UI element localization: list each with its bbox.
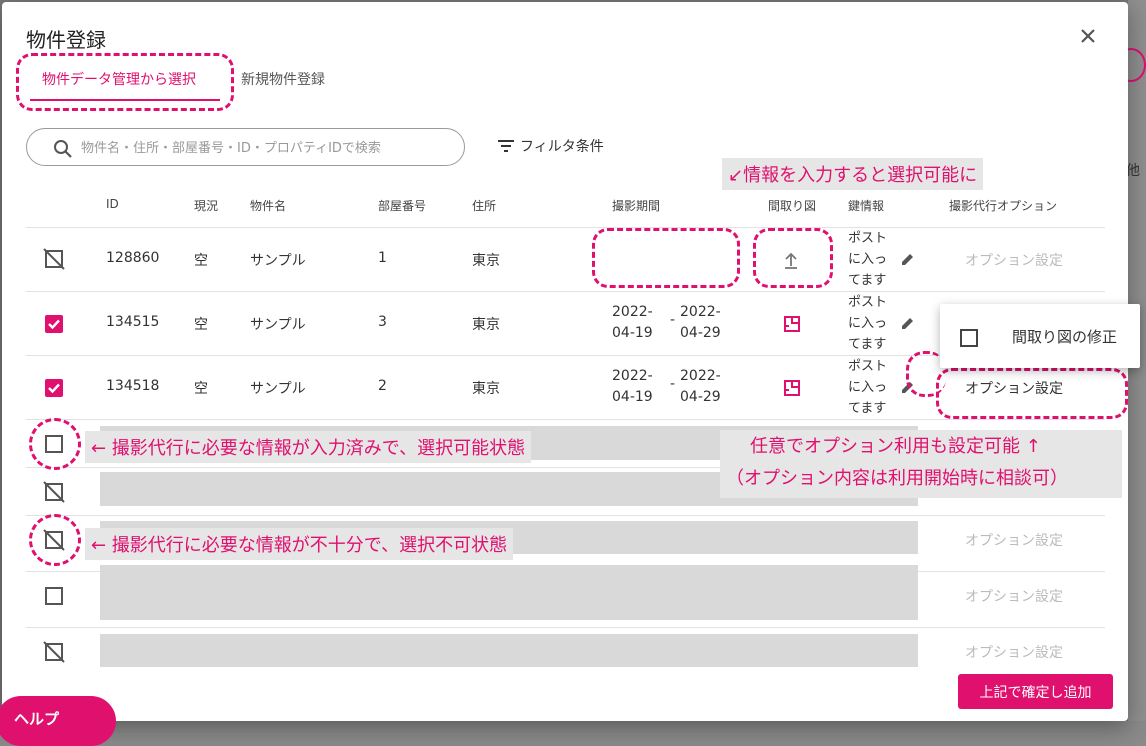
- floorplan-icon[interactable]: [783, 379, 801, 397]
- option-settings-link: オプション設定: [965, 533, 1063, 549]
- filter-label: フィルタ条件: [520, 139, 604, 155]
- close-icon[interactable]: [1076, 24, 1100, 48]
- option-dropdown-menu: 間取り図の修正: [940, 304, 1140, 368]
- cell-id: 134518: [106, 378, 160, 394]
- highlight-option-outline: [936, 368, 1128, 419]
- header-status: 現況: [194, 199, 219, 213]
- cell-status: 空: [194, 381, 208, 397]
- search-icon: [54, 140, 72, 158]
- cell-room: 2: [378, 378, 387, 394]
- cell-address: 東京: [472, 253, 500, 269]
- filter-icon: [498, 140, 514, 152]
- header-id: ID: [106, 197, 119, 211]
- cell-name: サンプル: [250, 317, 306, 333]
- search-input[interactable]: [79, 137, 453, 159]
- menu-item-floorplan-correction[interactable]: 間取り図の修正: [1012, 326, 1117, 347]
- dialog-title: 物件登録: [26, 28, 106, 52]
- header-address: 住所: [472, 199, 497, 213]
- edit-pencil-icon[interactable]: [900, 315, 916, 331]
- annotation-option-line1: 任意でオプション利用も設定可能 ↑: [750, 436, 1041, 457]
- highlight-tab-outline: [16, 53, 234, 111]
- masked-row-content: [100, 565, 918, 620]
- checkbox-disabled-icon: [43, 248, 65, 270]
- edit-pencil-icon[interactable]: [900, 251, 916, 267]
- cell-status: 空: [194, 253, 208, 269]
- header-floorplan: 間取り図: [768, 199, 817, 213]
- annotation-option-box: 任意でオプション利用も設定可能 ↑ （オプション内容は利用開始時に相談可）: [720, 430, 1122, 498]
- row-divider: [26, 291, 1105, 292]
- header-room: 部屋番号: [378, 199, 427, 213]
- checkbox-disabled-icon: [43, 481, 65, 503]
- checkbox-unchecked-icon[interactable]: [42, 584, 66, 608]
- highlight-checkbox-not-selectable: [29, 514, 81, 566]
- annotation-option-line2: （オプション内容は利用開始時に相談可）: [726, 468, 1068, 489]
- masked-row-content: [100, 634, 918, 667]
- cell-key: ポストに入ってます: [848, 295, 888, 352]
- cell-id: 134515: [106, 314, 160, 330]
- cell-id: 128860: [106, 250, 160, 266]
- highlight-floorplan-outline: [753, 228, 833, 288]
- checkbox-checked-icon[interactable]: [42, 312, 66, 336]
- cell-key: ポストに入ってます: [848, 231, 888, 288]
- cell-name: サンプル: [250, 253, 306, 269]
- option-settings-link: オプション設定: [965, 589, 1063, 605]
- row-divider: [26, 627, 1105, 628]
- option-settings-link: オプション設定: [965, 645, 1063, 661]
- help-button[interactable]: ヘルプ: [0, 696, 116, 746]
- highlight-period-outline: [592, 228, 740, 288]
- period-end: 2022-04-29: [680, 304, 721, 341]
- checkbox-checked-icon[interactable]: [42, 376, 66, 400]
- background-text-fragment: 他: [1126, 163, 1140, 179]
- tab-new-property[interactable]: 新規物件登録: [241, 69, 325, 89]
- filter-button[interactable]: フィルタ条件: [496, 136, 604, 156]
- period-start: 2022-04-19: [612, 304, 653, 341]
- header-period: 撮影期間: [612, 199, 661, 213]
- row-divider: [26, 419, 1105, 420]
- cell-room: 1: [378, 250, 387, 266]
- row-divider: [26, 227, 1105, 228]
- period-separator: -: [670, 376, 676, 392]
- cell-address: 東京: [472, 317, 500, 333]
- period-end: 2022-04-29: [680, 368, 721, 405]
- search-box: [26, 128, 465, 166]
- floorplan-icon[interactable]: [783, 315, 801, 333]
- cell-room: 3: [378, 314, 387, 330]
- checkbox-disabled-icon: [43, 641, 65, 663]
- cell-address: 東京: [472, 381, 500, 397]
- period-start: 2022-04-19: [612, 368, 653, 405]
- cell-key: ポストに入ってます: [848, 359, 888, 416]
- annotation-not-selectable: ← 撮影代行に必要な情報が不十分で、選択不可状態: [85, 528, 514, 560]
- row-divider: [26, 515, 1105, 516]
- property-registration-dialog: 物件登録 物件データ管理から選択 新規物件登録 フィルタ条件 ID 現況 物件名…: [2, 2, 1140, 721]
- period-separator: -: [670, 312, 676, 328]
- option-settings-link: オプション設定: [965, 253, 1063, 269]
- confirm-add-button[interactable]: 上記で確定し追加: [958, 674, 1113, 709]
- cell-name: サンプル: [250, 381, 306, 397]
- header-name: 物件名: [250, 199, 287, 213]
- help-label: ヘルプ: [14, 710, 60, 728]
- checkbox-unchecked-icon[interactable]: [958, 327, 980, 349]
- header-key: 鍵情報: [848, 199, 885, 213]
- annotation-selectable: ← 撮影代行に必要な情報が入力済みで、選択可能状態: [85, 431, 532, 463]
- cell-status: 空: [194, 317, 208, 333]
- header-option: 撮影代行オプション: [949, 199, 1058, 213]
- annotation-enter-info: ↙情報を入力すると選択可能に: [722, 158, 984, 190]
- highlight-checkbox-selectable: [29, 418, 81, 470]
